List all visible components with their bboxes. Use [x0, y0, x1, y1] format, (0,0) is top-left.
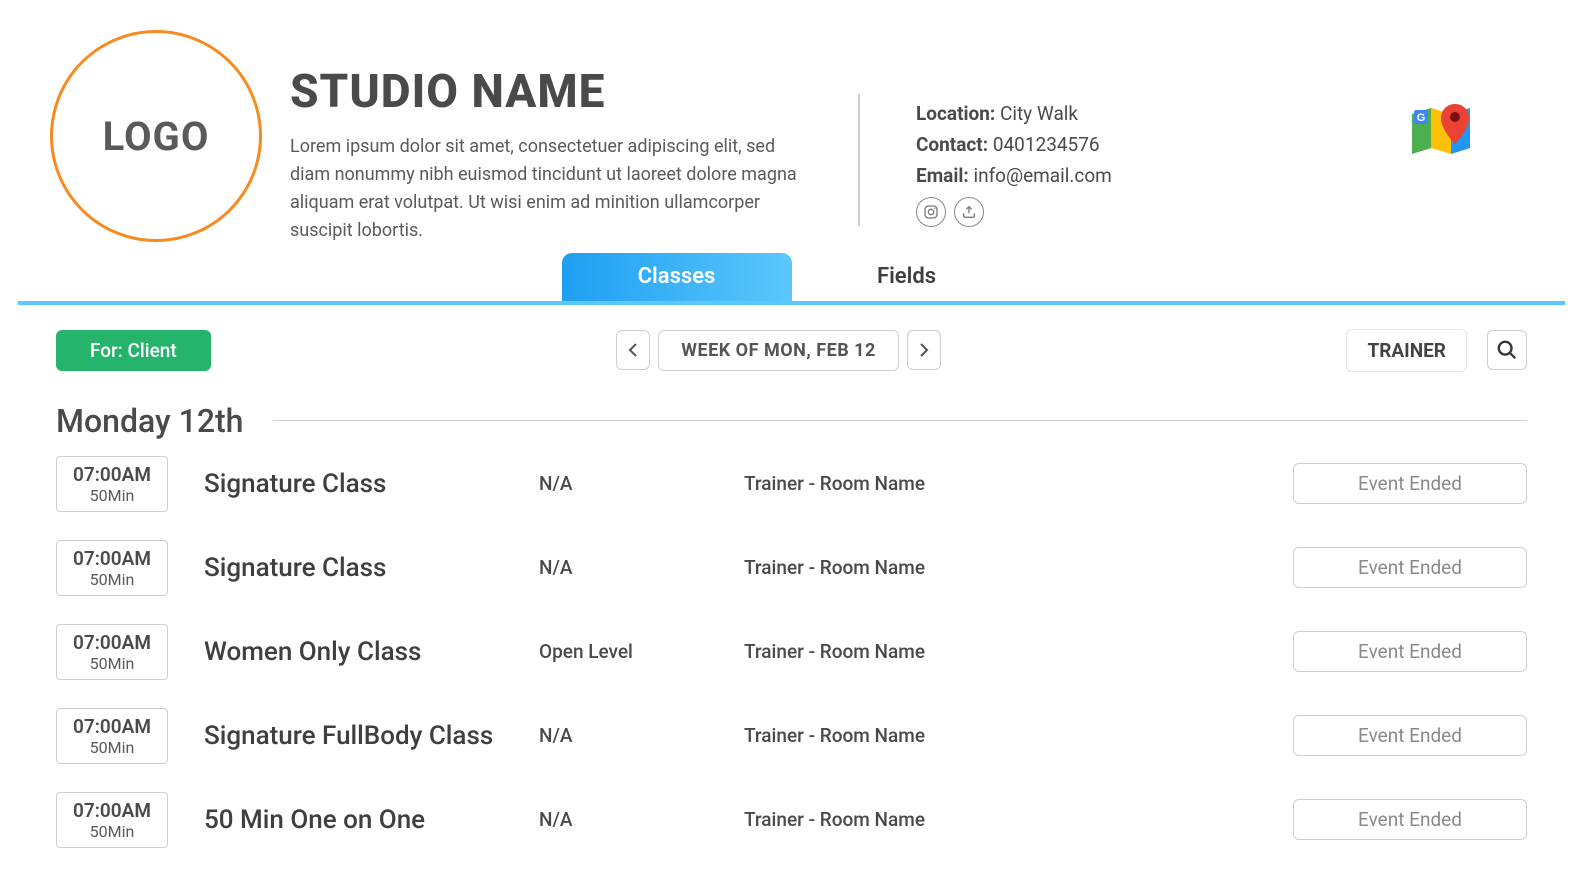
location-value: City Walk — [1000, 102, 1078, 125]
schedule-row: 07:00AM50Min Signature ClassN/ATrainer - … — [56, 456, 1527, 512]
trainer-filter-button[interactable]: TRAINER — [1346, 329, 1467, 372]
contact-value: 0401234576 — [993, 133, 1100, 156]
contact-line: Contact: 0401234576 — [916, 133, 1381, 156]
class-level: N/A — [539, 472, 744, 495]
share-icon[interactable] — [954, 197, 984, 227]
class-time: 07:00AM — [57, 463, 167, 486]
day-divider — [273, 420, 1527, 421]
event-status-button[interactable]: Event Ended — [1293, 799, 1527, 840]
logo-circle: LOGO — [50, 30, 262, 242]
tabs: Classes Fields — [0, 253, 1583, 301]
class-duration: 50Min — [57, 486, 167, 505]
day-title: Monday 12th — [56, 402, 243, 440]
google-maps-icon[interactable]: G — [1409, 30, 1533, 164]
class-time: 07:00AM — [57, 715, 167, 738]
for-client-button[interactable]: For: Client — [56, 330, 211, 371]
schedule-list: 07:00AM50MinSignature ClassN/ATrainer - … — [0, 444, 1583, 848]
time-box: 07:00AM50Min — [56, 708, 168, 764]
class-level: Open Level — [539, 640, 744, 663]
chevron-left-icon — [627, 342, 639, 358]
class-duration: 50Min — [57, 654, 167, 673]
contact-label: Contact: — [916, 133, 988, 156]
vertical-divider — [858, 94, 860, 226]
controls-bar: For: Client WEEK OF MON, FEB 12 TRAINER — [0, 305, 1583, 382]
studio-block: STUDIO NAME Lorem ipsum dolor sit amet, … — [290, 30, 810, 245]
header: LOGO STUDIO NAME Lorem ipsum dolor sit a… — [0, 0, 1583, 245]
class-time: 07:00AM — [57, 547, 167, 570]
email-label: Email: — [916, 164, 969, 187]
schedule-row: 07:00AM50Min Women Only ClassOpen LevelTr… — [56, 624, 1527, 680]
prev-week-button[interactable] — [616, 330, 650, 370]
class-level: N/A — [539, 724, 744, 747]
class-name: Signature Class — [204, 553, 539, 583]
socials — [916, 197, 1381, 227]
svg-text:G: G — [1417, 112, 1426, 124]
tab-fields-label: Fields — [877, 264, 936, 289]
contact-block: Location: City Walk Contact: 0401234576 … — [888, 30, 1381, 227]
tab-classes-label: Classes — [638, 264, 716, 289]
search-icon — [1496, 339, 1518, 361]
week-label[interactable]: WEEK OF MON, FEB 12 — [658, 330, 899, 371]
logo-text: LOGO — [103, 113, 210, 160]
event-status-button[interactable]: Event Ended — [1293, 715, 1527, 756]
event-status-button[interactable]: Event Ended — [1293, 463, 1527, 504]
class-duration: 50Min — [57, 570, 167, 589]
week-controls: WEEK OF MON, FEB 12 — [616, 330, 941, 371]
location-line: Location: City Walk — [916, 102, 1381, 125]
chevron-right-icon — [918, 342, 930, 358]
tab-fields[interactable]: Fields — [792, 253, 1022, 301]
trainer-room: Trainer - Room Name — [744, 724, 992, 747]
trainer-room: Trainer - Room Name — [744, 640, 992, 663]
email-value: info@email.com — [973, 164, 1111, 187]
class-level: N/A — [539, 556, 744, 579]
studio-name: STUDIO NAME — [290, 65, 810, 119]
search-button[interactable] — [1487, 330, 1527, 370]
studio-description: Lorem ipsum dolor sit amet, consectetuer… — [290, 133, 810, 245]
right-controls: TRAINER — [1346, 329, 1527, 372]
class-level: N/A — [539, 808, 744, 831]
event-status-button[interactable]: Event Ended — [1293, 631, 1527, 672]
class-time: 07:00AM — [57, 799, 167, 822]
time-box: 07:00AM50Min — [56, 456, 168, 512]
event-status-button[interactable]: Event Ended — [1293, 547, 1527, 588]
class-time: 07:00AM — [57, 631, 167, 654]
tabs-bar: Classes Fields — [0, 253, 1583, 305]
time-box: 07:00AM50Min — [56, 792, 168, 848]
location-label: Location: — [916, 102, 995, 125]
class-duration: 50Min — [57, 822, 167, 841]
tab-underline — [18, 301, 1565, 305]
instagram-icon[interactable] — [916, 197, 946, 227]
schedule-row: 07:00AM50Min Signature ClassN/ATrainer - … — [56, 540, 1527, 596]
day-header: Monday 12th — [0, 382, 1583, 444]
tab-classes[interactable]: Classes — [562, 253, 792, 301]
next-week-button[interactable] — [907, 330, 941, 370]
trainer-room: Trainer - Room Name — [744, 472, 992, 495]
time-box: 07:00AM50Min — [56, 540, 168, 596]
class-name: Women Only Class — [204, 637, 539, 667]
schedule-row: 07:00AM50Min 50 Min One on OneN/ATrainer … — [56, 792, 1527, 848]
schedule-row: 07:00AM50Min Signature FullBody ClassN/AT… — [56, 708, 1527, 764]
email-line: Email: info@email.com — [916, 164, 1381, 187]
time-box: 07:00AM50Min — [56, 624, 168, 680]
trainer-room: Trainer - Room Name — [744, 556, 992, 579]
class-name: Signature Class — [204, 469, 539, 499]
class-name: 50 Min One on One — [204, 805, 539, 835]
trainer-room: Trainer - Room Name — [744, 808, 992, 831]
class-name: Signature FullBody Class — [204, 721, 539, 751]
class-duration: 50Min — [57, 738, 167, 757]
